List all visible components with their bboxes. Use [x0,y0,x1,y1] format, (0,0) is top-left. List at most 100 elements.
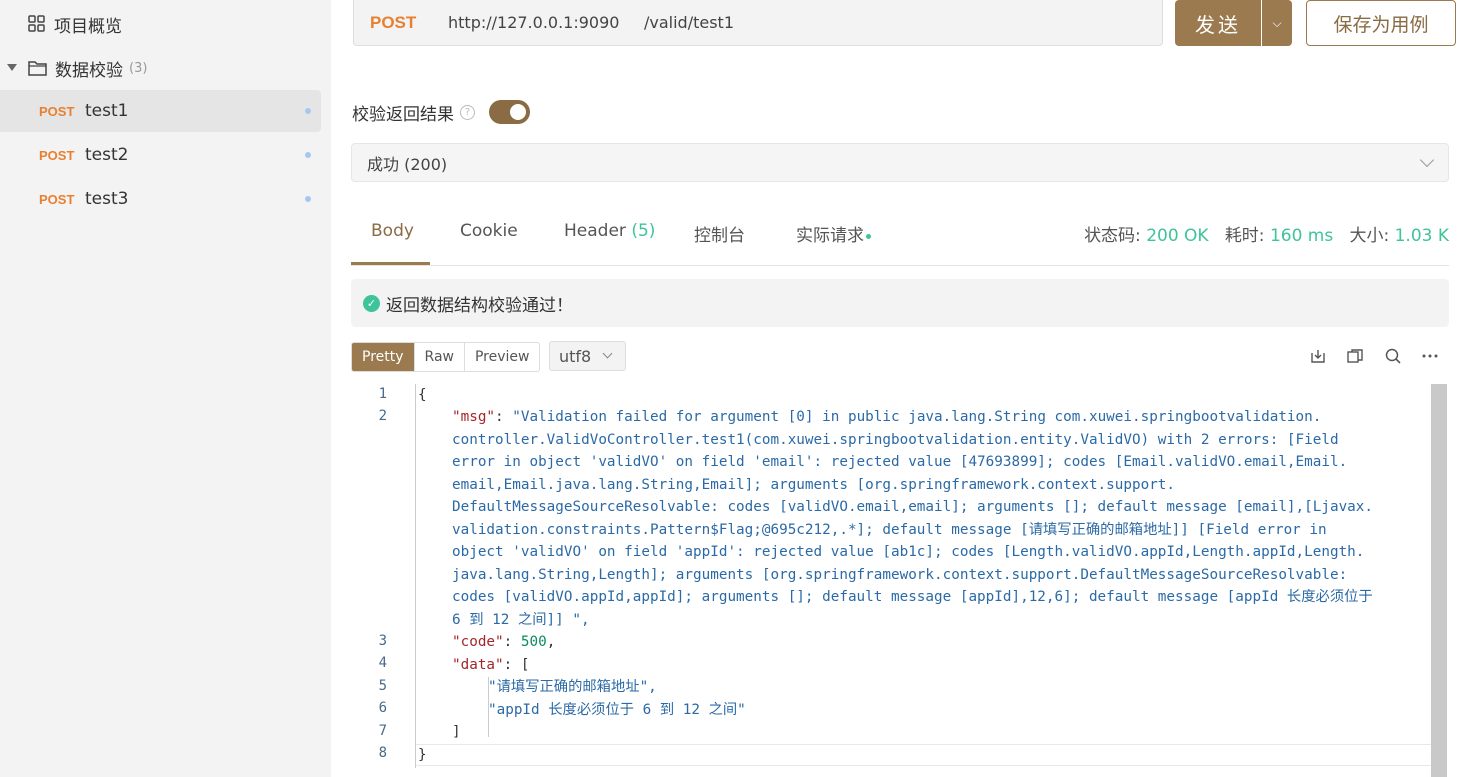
response-tabs: Body Cookie Header (5) 控制台 实际请求 状态码: 200… [351,207,1449,266]
code-line: java.lang.String,Length]; arguments [org… [452,567,1348,583]
status-code-label: 状态码: [1084,226,1141,246]
sidebar: 项目概览 数据校验 (3) POST test1 POST test2 POST… [0,0,331,777]
code-line: "data": [ [452,657,530,673]
sidebar-item-test2[interactable]: POST test2 [0,134,321,176]
banner-text: 返回数据结构校验通过！ [386,295,573,316]
selected-option: 成功 (200) [367,154,448,174]
json-key: "code" [452,634,504,650]
sidebar-item-test1[interactable]: POST test1 [0,90,321,132]
grid-icon [28,15,45,32]
status-dot [305,152,311,158]
tab-body[interactable]: Body [371,221,414,241]
response-body-viewer[interactable]: 1 2 3 4 5 6 7 8 { "msg": "Validation fai… [351,384,1449,777]
view-mode-raw[interactable]: Raw [415,343,465,371]
sidebar-item-label: test3 [85,189,129,209]
tab-header-count: (5) [631,221,656,241]
json-key: "data" [452,657,504,673]
tab-cookie[interactable]: Cookie [460,221,518,241]
active-tab-underline [351,262,430,265]
code-line: controller.ValidVoController.test1(com.x… [452,432,1339,448]
view-mode-switch: Pretty Raw Preview [351,342,541,372]
chevron-down-icon [602,348,613,359]
code-line: "msg": "Validation failed for argument [… [452,409,1322,425]
view-mode-pretty[interactable]: Pretty [352,343,415,371]
tab-actual-request[interactable]: 实际请求 [796,221,871,246]
line-number: 7 [378,723,387,739]
code-line: ] [452,724,461,740]
vertical-scrollbar[interactable] [1431,384,1447,777]
status-code-value: 200 OK [1146,226,1209,246]
copy-icon[interactable] [1346,347,1364,365]
validation-pass-banner: ✓ 返回数据结构校验通过！ [351,279,1449,327]
send-dropdown-button[interactable]: ⌵ [1262,0,1292,46]
validation-label: 校验返回结果 [352,105,454,125]
method-badge: POST [39,191,75,207]
line-number: 6 [378,700,387,716]
code-line: "code": 500, [452,634,556,650]
method-badge: POST [39,147,75,163]
status-dot [305,108,311,114]
sidebar-item-overview[interactable]: 项目概览 [0,3,321,45]
code-line: object 'validVO' on field 'appId': rejec… [452,544,1365,560]
tab-console[interactable]: 控制台 [694,221,745,246]
size-label: 大小: [1349,226,1390,246]
folder-label: 数据校验 [55,60,123,81]
search-icon[interactable] [1384,347,1402,365]
line-number: 2 [378,408,387,424]
code-line: codes [validVO.appId,appId]; arguments [… [452,589,1373,605]
json-string: "Validation failed for argument [0] in p… [512,409,1322,425]
folder-icon [28,61,47,76]
code-content: { "msg": "Validation failed for argument… [415,384,1432,768]
sidebar-item-label: 项目概览 [54,16,122,37]
validation-toggle[interactable] [489,100,530,124]
chevron-down-icon [1419,152,1435,168]
validation-status-select[interactable]: 成功 (200) [351,143,1449,182]
more-icon[interactable] [1421,347,1439,365]
code-line: email,Email.java.lang.String,Email]; arg… [452,477,1176,493]
tab-header[interactable]: Header (5) [564,221,655,241]
code-line: DefaultMessageSourceResolvable: codes [v… [452,499,1373,515]
sidebar-item-label: test1 [85,101,129,121]
tab-header-label: Header [564,221,626,241]
download-icon[interactable] [1309,347,1327,365]
time-value: 160 ms [1269,226,1334,246]
help-icon[interactable]: ? [460,105,475,120]
view-mode-preview[interactable]: Preview [465,343,539,371]
code-line: validation.constraints.Pattern$Flag;@695… [452,522,1327,538]
code-line: "appId 长度必须位于 6 到 12 之间" [488,702,746,718]
code-line: 6 到 12 之间]] ", [452,612,590,628]
line-number: 5 [378,678,387,694]
scrollbar-thumb[interactable] [1431,384,1447,777]
response-stats: 状态码: 200 OK 耗时: 160 ms 大小: 1.03 K [1084,221,1449,246]
encoding-value: utf8 [559,346,592,366]
code-line: "请填写正确的邮箱地址", [488,679,657,695]
sidebar-item-label: test2 [85,145,129,165]
request-host[interactable]: http://127.0.0.1:9090 [448,13,644,32]
save-as-case-button[interactable]: 保存为用例 [1306,0,1456,46]
send-button[interactable]: 发送 [1175,0,1261,46]
code-line: { [418,387,427,403]
line-number: 3 [378,633,387,649]
current-line-highlight [416,744,1432,766]
sidebar-folder-data-validation[interactable]: 数据校验 (3) [0,47,321,89]
request-path[interactable]: /valid/test1 [644,13,734,32]
validation-label-row: 校验返回结果 ? [352,100,475,125]
json-key: "msg" [452,409,496,425]
code-line: error in object 'validVO' on field 'emai… [452,454,1348,470]
status-dot [305,196,311,202]
json-number: 500 [520,634,547,650]
tab-actual-label: 实际请求 [796,226,864,246]
size-value: 1.03 K [1394,226,1449,246]
url-bar[interactable]: POST http://127.0.0.1:9090 /valid/test1 [353,0,1163,46]
line-number: 8 [378,745,387,761]
folder-count: (3) [129,60,148,76]
request-method[interactable]: POST [370,13,448,33]
indicator-dot [866,233,871,239]
time-label: 耗时: [1224,226,1265,246]
sidebar-item-test3[interactable]: POST test3 [0,178,321,220]
encoding-select[interactable]: utf8 [549,341,626,371]
line-number: 1 [378,386,387,402]
code-line: } [418,747,427,763]
chevron-down-icon: ⌵ [1272,15,1282,30]
line-number: 4 [378,655,387,671]
